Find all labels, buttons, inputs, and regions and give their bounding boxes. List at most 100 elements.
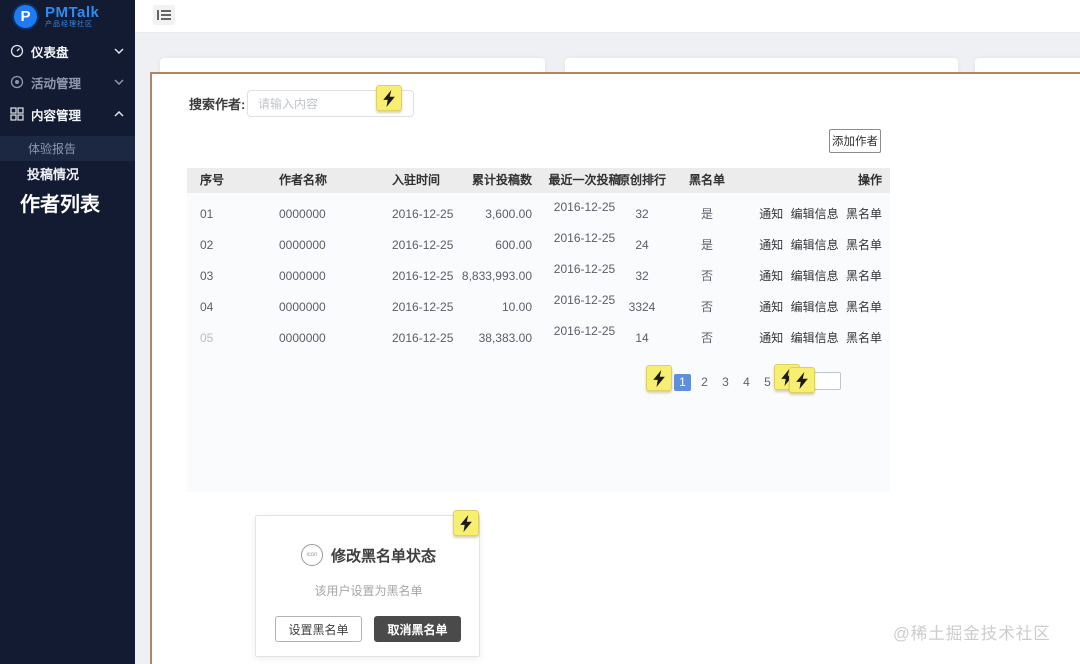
cell-last: 2016-12-25 bbox=[553, 231, 616, 245]
sidebar-item-activity[interactable]: 活动管理 bbox=[0, 67, 135, 97]
authors-table: 序号 作者名称 入驻时间 累计投稿数 最近一次投稿 原创排行 黑名单 操作 01… bbox=[187, 168, 890, 492]
table-row: 03 0000000 2016-12-25 8,833,993.00 2016-… bbox=[187, 261, 890, 292]
cell-no: 04 bbox=[200, 300, 214, 314]
notify-link[interactable]: 通知 bbox=[759, 331, 783, 345]
blacklist-link[interactable]: 黑名单 bbox=[846, 269, 882, 283]
page-button-3[interactable]: 3 bbox=[717, 374, 734, 391]
page: P PMTalk 产品经理社区 仪表盘 活动管理 内容管理 体验报告 投稿情况 … bbox=[0, 0, 1080, 664]
table-row: 04 0000000 2016-12-25 10.00 2016-12-25 3… bbox=[187, 292, 890, 323]
hotspot-lightning-icon bbox=[646, 365, 672, 391]
cell-name: 0000000 bbox=[279, 269, 326, 283]
cell-actions: 通知 编辑信息 黑名单 bbox=[755, 261, 882, 292]
search-author-label: 搜索作者: bbox=[189, 97, 246, 112]
notify-link[interactable]: 通知 bbox=[759, 300, 783, 314]
cell-actions: 通知 编辑信息 黑名单 bbox=[755, 199, 882, 230]
col-header-last: 最近一次投稿 bbox=[548, 173, 621, 187]
watermark: @稀土掘金技术社区 bbox=[893, 625, 1051, 643]
cell-total: 38,383.00 bbox=[478, 331, 532, 345]
target-icon bbox=[10, 75, 24, 89]
cell-blacklist: 否 bbox=[700, 300, 713, 314]
cell-rank: 3324 bbox=[628, 300, 656, 314]
sidebar: P PMTalk 产品经理社区 仪表盘 活动管理 内容管理 体验报告 投稿情况 … bbox=[0, 0, 135, 664]
col-header-blacklist: 黑名单 bbox=[688, 173, 725, 187]
blacklist-link[interactable]: 黑名单 bbox=[846, 300, 882, 314]
logo-subtitle: 产品经理社区 bbox=[45, 21, 93, 28]
col-header-total: 累计投稿数 bbox=[471, 173, 532, 187]
cell-total: 3,600.00 bbox=[485, 207, 532, 221]
collapse-sidebar-button[interactable] bbox=[153, 5, 175, 25]
cell-last: 2016-12-25 bbox=[553, 262, 616, 276]
cell-no: 01 bbox=[200, 207, 214, 221]
cell-blacklist: 否 bbox=[700, 331, 713, 345]
sidebar-item-author-list-active[interactable]: 作者列表 bbox=[20, 188, 100, 217]
hotspot-lightning-icon bbox=[453, 510, 479, 536]
logo-title: PMTalk bbox=[45, 4, 100, 21]
sidebar-item-submission-status[interactable]: 投稿情况 bbox=[0, 162, 135, 184]
cell-no: 05 bbox=[200, 331, 214, 345]
cell-total: 600.00 bbox=[495, 238, 532, 252]
set-blacklist-button[interactable]: 设置黑名单 bbox=[275, 616, 362, 642]
table-row: 05 0000000 2016-12-25 38,383.00 2016-12-… bbox=[187, 323, 890, 354]
page-button-1[interactable]: 1 bbox=[674, 374, 691, 391]
sidebar-item-experience-report[interactable]: 体验报告 bbox=[0, 136, 135, 161]
cell-name: 0000000 bbox=[279, 300, 326, 314]
notify-link[interactable]: 通知 bbox=[759, 269, 783, 283]
menu-fold-icon bbox=[157, 10, 171, 20]
sidebar-item-label: 活动管理 bbox=[31, 76, 82, 91]
cell-blacklist: 是 bbox=[700, 207, 713, 221]
page-button-4[interactable]: 4 bbox=[738, 374, 755, 391]
chevron-down-icon bbox=[114, 48, 124, 54]
modal-subtitle: 该用户设置为黑名单 bbox=[314, 584, 423, 598]
cell-actions: 通知 编辑信息 黑名单 bbox=[755, 323, 882, 354]
hotspot-lightning-icon bbox=[376, 85, 402, 111]
page-jump-input[interactable] bbox=[814, 372, 841, 390]
placeholder-icon: icon bbox=[300, 544, 323, 566]
blacklist-link[interactable]: 黑名单 bbox=[846, 331, 882, 345]
cell-blacklist: 是 bbox=[700, 238, 713, 252]
cell-actions: 通知 编辑信息 黑名单 bbox=[755, 292, 882, 323]
sidebar-item-dashboard[interactable]: 仪表盘 bbox=[0, 36, 135, 66]
edit-info-link[interactable]: 编辑信息 bbox=[791, 331, 839, 345]
cancel-blacklist-button[interactable]: 取消黑名单 bbox=[374, 616, 461, 642]
blacklist-link[interactable]: 黑名单 bbox=[846, 207, 882, 221]
edit-info-link[interactable]: 编辑信息 bbox=[791, 238, 839, 252]
cell-actions: 通知 编辑信息 黑名单 bbox=[755, 230, 882, 261]
logo-icon: P bbox=[12, 3, 39, 30]
cell-name: 0000000 bbox=[279, 207, 326, 221]
col-header-ops: 操作 bbox=[857, 173, 882, 187]
cell-rank: 32 bbox=[635, 207, 649, 221]
blacklist-modal: icon 修改黑名单状态 该用户设置为黑名单 设置黑名单 取消黑名单 bbox=[255, 510, 480, 657]
author-list-panel: 搜索作者: 添加作者 序号 作者名称 入驻时间 累计投稿数 最近一次投稿 原创排… bbox=[150, 72, 1080, 664]
notify-link[interactable]: 通知 bbox=[759, 238, 783, 252]
cell-no: 03 bbox=[200, 269, 214, 283]
cell-no: 02 bbox=[200, 238, 214, 252]
col-header-name: 作者名称 bbox=[279, 173, 328, 187]
add-author-button[interactable]: 添加作者 bbox=[829, 129, 881, 153]
grid-icon bbox=[10, 107, 24, 121]
edit-info-link[interactable]: 编辑信息 bbox=[791, 269, 839, 283]
sidebar-item-label: 仪表盘 bbox=[31, 45, 69, 60]
page-button-2[interactable]: 2 bbox=[696, 374, 713, 391]
notify-link[interactable]: 通知 bbox=[759, 207, 783, 221]
edit-info-link[interactable]: 编辑信息 bbox=[791, 300, 839, 314]
sidebar-item-label: 投稿情况 bbox=[27, 166, 80, 182]
dashboard-icon bbox=[10, 44, 24, 58]
edit-info-link[interactable]: 编辑信息 bbox=[791, 207, 839, 221]
chevron-up-icon bbox=[114, 111, 124, 117]
topbar bbox=[135, 0, 1080, 33]
app-logo[interactable]: P PMTalk 产品经理社区 bbox=[12, 3, 99, 30]
sidebar-item-content[interactable]: 内容管理 bbox=[0, 99, 135, 129]
cell-rank: 14 bbox=[635, 331, 649, 345]
cell-name: 0000000 bbox=[279, 331, 326, 345]
sidebar-item-label: 体验报告 bbox=[28, 142, 77, 156]
cell-rank: 32 bbox=[635, 269, 649, 283]
cell-last: 2016-12-25 bbox=[553, 293, 616, 307]
cell-blacklist: 否 bbox=[700, 269, 713, 283]
cell-rank: 24 bbox=[635, 238, 649, 252]
blacklist-link[interactable]: 黑名单 bbox=[846, 238, 882, 252]
sidebar-item-label: 内容管理 bbox=[31, 108, 82, 123]
table-row: 01 0000000 2016-12-25 3,600.00 2016-12-2… bbox=[187, 199, 890, 230]
modal-title: 修改黑名单状态 bbox=[330, 547, 436, 565]
cell-total: 10.00 bbox=[501, 300, 532, 314]
table-row: 02 0000000 2016-12-25 600.00 2016-12-25 … bbox=[187, 230, 890, 261]
